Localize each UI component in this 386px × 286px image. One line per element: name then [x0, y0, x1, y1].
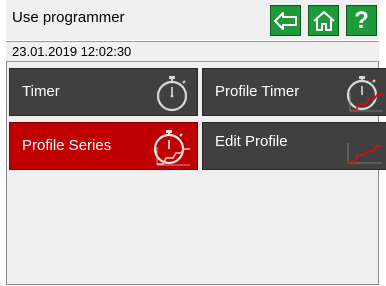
help-button[interactable]: ? [346, 5, 377, 36]
question-icon: ? [354, 6, 369, 34]
tile-profile-series[interactable]: Profile Series [9, 122, 198, 170]
header-bar: Use programmer ? [6, 0, 379, 40]
tile-edit-profile[interactable]: Edit Profile [202, 122, 386, 170]
tile-label: Timer [22, 83, 60, 100]
page-title: Use programmer [12, 9, 125, 26]
tile-profile-timer[interactable]: Profile Timer [202, 68, 386, 116]
tile-timer[interactable]: Timer [9, 68, 198, 116]
stopwatch-icon [153, 73, 191, 113]
tile-label: Edit Profile [215, 133, 288, 150]
tile-label: Profile Series [22, 137, 112, 154]
stopwatch-profile-icon [151, 127, 191, 167]
content-area: Timer Profile Timer Profile Series Edit … [6, 62, 386, 285]
profile-graph-icon [344, 131, 384, 167]
stopwatch-profile-icon [344, 73, 384, 113]
back-button[interactable] [270, 5, 301, 36]
status-bar: 23.01.2019 12:02:30 [6, 41, 379, 62]
datetime-display: 23.01.2019 12:02:30 [12, 44, 132, 59]
home-icon [312, 10, 335, 31]
app-window: Use programmer ? 23.01.2019 12:02:30 Tim… [6, 0, 386, 285]
home-button[interactable] [308, 5, 339, 36]
arrow-left-icon [273, 11, 297, 30]
tile-label: Profile Timer [215, 83, 300, 100]
